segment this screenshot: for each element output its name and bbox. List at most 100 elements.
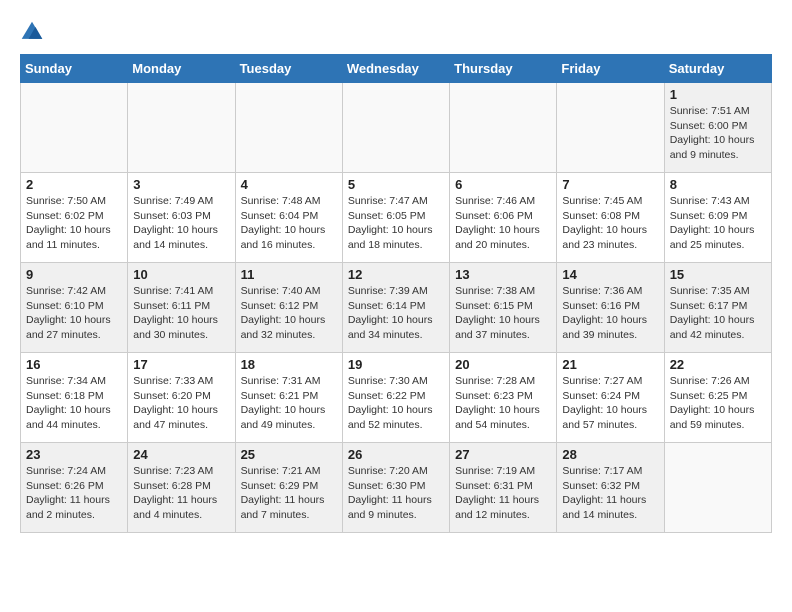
calendar-cell: 5 Sunrise: 7:47 AM Sunset: 6:05 PM Daylig… xyxy=(342,173,449,263)
day-info: Sunrise: 7:21 AM Sunset: 6:29 PM Dayligh… xyxy=(241,464,337,523)
calendar-cell: 16 Sunrise: 7:34 AM Sunset: 6:18 PM Dayli… xyxy=(21,353,128,443)
calendar-header-friday: Friday xyxy=(557,55,664,83)
day-info: Sunrise: 7:41 AM Sunset: 6:11 PM Dayligh… xyxy=(133,284,229,343)
day-info: Sunrise: 7:28 AM Sunset: 6:23 PM Dayligh… xyxy=(455,374,551,433)
day-info: Sunrise: 7:20 AM Sunset: 6:30 PM Dayligh… xyxy=(348,464,444,523)
day-number: 17 xyxy=(133,357,229,372)
day-number: 6 xyxy=(455,177,551,192)
calendar-cell: 22Sunrise: 7:26 AM Sunset: 6:25 PM Dayli… xyxy=(664,353,771,443)
calendar-header-thursday: Thursday xyxy=(450,55,557,83)
calendar-cell: 13 Sunrise: 7:38 AM Sunset: 6:15 PM Dayli… xyxy=(450,263,557,353)
day-info: Sunrise: 7:34 AM Sunset: 6:18 PM Dayligh… xyxy=(26,374,122,433)
calendar-cell: 7 Sunrise: 7:45 AM Sunset: 6:08 PM Daylig… xyxy=(557,173,664,263)
calendar-body: 1 Sunrise: 7:51 AM Sunset: 6:00 PM Daylig… xyxy=(21,83,772,533)
day-info: Sunrise: 7:36 AM Sunset: 6:16 PM Dayligh… xyxy=(562,284,658,343)
calendar-cell xyxy=(342,83,449,173)
day-number: 11 xyxy=(241,267,337,282)
calendar-cell: 6 Sunrise: 7:46 AM Sunset: 6:06 PM Daylig… xyxy=(450,173,557,263)
day-number: 23 xyxy=(26,447,122,462)
day-info: Sunrise: 7:27 AM Sunset: 6:24 PM Dayligh… xyxy=(562,374,658,433)
calendar-week-row: 16 Sunrise: 7:34 AM Sunset: 6:18 PM Dayli… xyxy=(21,353,772,443)
calendar-cell: 23 Sunrise: 7:24 AM Sunset: 6:26 PM Dayli… xyxy=(21,443,128,533)
calendar-cell: 18Sunrise: 7:31 AM Sunset: 6:21 PM Dayli… xyxy=(235,353,342,443)
calendar-cell: 28 Sunrise: 7:17 AM Sunset: 6:32 PM Dayli… xyxy=(557,443,664,533)
day-info: Sunrise: 7:40 AM Sunset: 6:12 PM Dayligh… xyxy=(241,284,337,343)
day-number: 2 xyxy=(26,177,122,192)
calendar-cell: 10 Sunrise: 7:41 AM Sunset: 6:11 PM Dayli… xyxy=(128,263,235,353)
day-number: 13 xyxy=(455,267,551,282)
day-number: 24 xyxy=(133,447,229,462)
day-info: Sunrise: 7:46 AM Sunset: 6:06 PM Dayligh… xyxy=(455,194,551,253)
logo xyxy=(20,20,48,44)
day-number: 1 xyxy=(670,87,766,102)
calendar-header-row: SundayMondayTuesdayWednesdayThursdayFrid… xyxy=(21,55,772,83)
day-number: 21 xyxy=(562,357,658,372)
day-number: 28 xyxy=(562,447,658,462)
day-info: Sunrise: 7:45 AM Sunset: 6:08 PM Dayligh… xyxy=(562,194,658,253)
page-header xyxy=(20,20,772,44)
calendar-cell xyxy=(235,83,342,173)
calendar-cell: 27 Sunrise: 7:19 AM Sunset: 6:31 PM Dayli… xyxy=(450,443,557,533)
calendar-cell: 24 Sunrise: 7:23 AM Sunset: 6:28 PM Dayli… xyxy=(128,443,235,533)
day-number: 27 xyxy=(455,447,551,462)
calendar-table: SundayMondayTuesdayWednesdayThursdayFrid… xyxy=(20,54,772,533)
calendar-cell: 11 Sunrise: 7:40 AM Sunset: 6:12 PM Dayli… xyxy=(235,263,342,353)
calendar-cell: 4 Sunrise: 7:48 AM Sunset: 6:04 PM Daylig… xyxy=(235,173,342,263)
day-number: 10 xyxy=(133,267,229,282)
calendar-cell: 20 Sunrise: 7:28 AM Sunset: 6:23 PM Dayli… xyxy=(450,353,557,443)
calendar-cell: 19 Sunrise: 7:30 AM Sunset: 6:22 PM Dayli… xyxy=(342,353,449,443)
calendar-cell: 26 Sunrise: 7:20 AM Sunset: 6:30 PM Dayli… xyxy=(342,443,449,533)
day-number: 4 xyxy=(241,177,337,192)
day-number: 15 xyxy=(670,267,766,282)
calendar-week-row: 23 Sunrise: 7:24 AM Sunset: 6:26 PM Dayli… xyxy=(21,443,772,533)
day-info: Sunrise: 7:17 AM Sunset: 6:32 PM Dayligh… xyxy=(562,464,658,523)
day-info: Sunrise: 7:51 AM Sunset: 6:00 PM Dayligh… xyxy=(670,104,766,163)
day-number: 7 xyxy=(562,177,658,192)
calendar-header-tuesday: Tuesday xyxy=(235,55,342,83)
day-number: 9 xyxy=(26,267,122,282)
day-info: Sunrise: 7:30 AM Sunset: 6:22 PM Dayligh… xyxy=(348,374,444,433)
day-info: Sunrise: 7:19 AM Sunset: 6:31 PM Dayligh… xyxy=(455,464,551,523)
day-number: 25 xyxy=(241,447,337,462)
day-info: Sunrise: 7:50 AM Sunset: 6:02 PM Dayligh… xyxy=(26,194,122,253)
day-info: Sunrise: 7:39 AM Sunset: 6:14 PM Dayligh… xyxy=(348,284,444,343)
day-number: 5 xyxy=(348,177,444,192)
day-info: Sunrise: 7:23 AM Sunset: 6:28 PM Dayligh… xyxy=(133,464,229,523)
calendar-cell: 3 Sunrise: 7:49 AM Sunset: 6:03 PM Daylig… xyxy=(128,173,235,263)
calendar-cell: 12Sunrise: 7:39 AM Sunset: 6:14 PM Dayli… xyxy=(342,263,449,353)
day-number: 3 xyxy=(133,177,229,192)
day-number: 19 xyxy=(348,357,444,372)
calendar-week-row: 2 Sunrise: 7:50 AM Sunset: 6:02 PM Daylig… xyxy=(21,173,772,263)
calendar-cell: 17 Sunrise: 7:33 AM Sunset: 6:20 PM Dayli… xyxy=(128,353,235,443)
calendar-week-row: 1 Sunrise: 7:51 AM Sunset: 6:00 PM Daylig… xyxy=(21,83,772,173)
calendar-cell: 14 Sunrise: 7:36 AM Sunset: 6:16 PM Dayli… xyxy=(557,263,664,353)
calendar-header-monday: Monday xyxy=(128,55,235,83)
day-info: Sunrise: 7:26 AM Sunset: 6:25 PM Dayligh… xyxy=(670,374,766,433)
day-info: Sunrise: 7:43 AM Sunset: 6:09 PM Dayligh… xyxy=(670,194,766,253)
day-info: Sunrise: 7:42 AM Sunset: 6:10 PM Dayligh… xyxy=(26,284,122,343)
day-info: Sunrise: 7:35 AM Sunset: 6:17 PM Dayligh… xyxy=(670,284,766,343)
day-number: 26 xyxy=(348,447,444,462)
day-info: Sunrise: 7:24 AM Sunset: 6:26 PM Dayligh… xyxy=(26,464,122,523)
day-info: Sunrise: 7:48 AM Sunset: 6:04 PM Dayligh… xyxy=(241,194,337,253)
calendar-header-sunday: Sunday xyxy=(21,55,128,83)
day-number: 18 xyxy=(241,357,337,372)
calendar-cell xyxy=(128,83,235,173)
calendar-cell: 15 Sunrise: 7:35 AM Sunset: 6:17 PM Dayli… xyxy=(664,263,771,353)
day-info: Sunrise: 7:49 AM Sunset: 6:03 PM Dayligh… xyxy=(133,194,229,253)
day-number: 16 xyxy=(26,357,122,372)
day-info: Sunrise: 7:33 AM Sunset: 6:20 PM Dayligh… xyxy=(133,374,229,433)
calendar-cell xyxy=(450,83,557,173)
calendar-cell: 1 Sunrise: 7:51 AM Sunset: 6:00 PM Daylig… xyxy=(664,83,771,173)
calendar-cell xyxy=(557,83,664,173)
calendar-cell xyxy=(664,443,771,533)
day-info: Sunrise: 7:38 AM Sunset: 6:15 PM Dayligh… xyxy=(455,284,551,343)
calendar-cell: 8Sunrise: 7:43 AM Sunset: 6:09 PM Daylig… xyxy=(664,173,771,263)
logo-icon xyxy=(20,20,44,44)
day-number: 14 xyxy=(562,267,658,282)
calendar-week-row: 9 Sunrise: 7:42 AM Sunset: 6:10 PM Daylig… xyxy=(21,263,772,353)
day-number: 20 xyxy=(455,357,551,372)
calendar-cell xyxy=(21,83,128,173)
day-info: Sunrise: 7:47 AM Sunset: 6:05 PM Dayligh… xyxy=(348,194,444,253)
calendar-header-saturday: Saturday xyxy=(664,55,771,83)
